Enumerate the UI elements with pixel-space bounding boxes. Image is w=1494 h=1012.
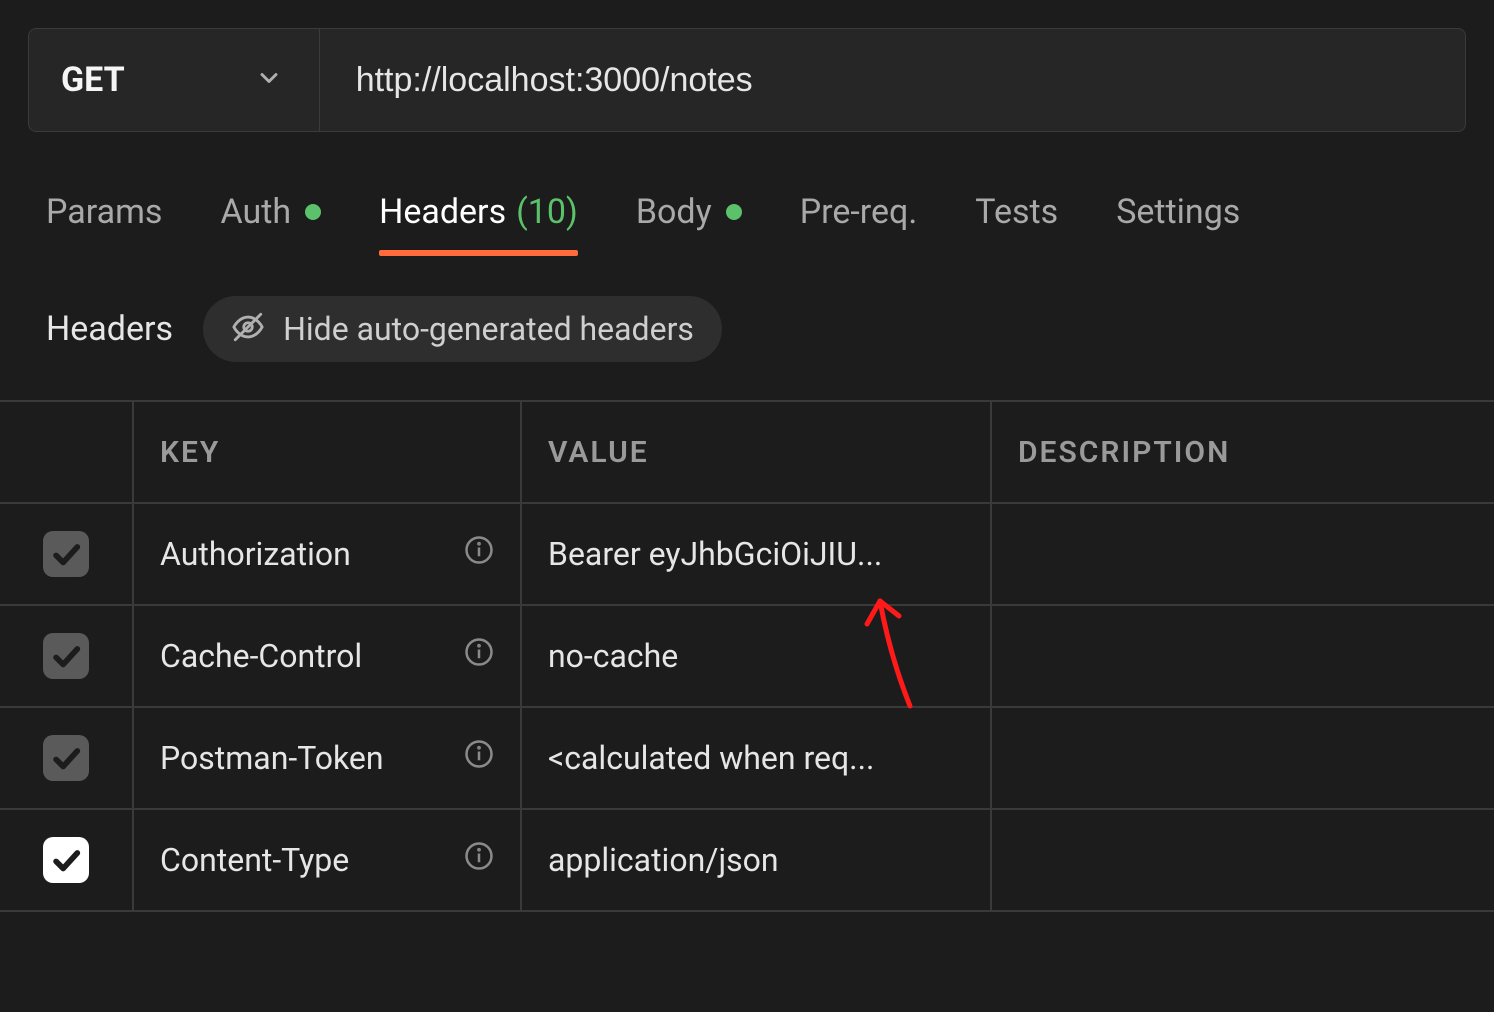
tab-body[interactable]: Body <box>636 192 742 256</box>
row-key-cell[interactable]: Authorization <box>134 504 522 604</box>
header-value: application/json <box>548 841 779 879</box>
headers-controls: Headers Hide auto-generated headers <box>0 256 1494 382</box>
hide-auto-headers-label: Hide auto-generated headers <box>283 310 694 348</box>
row-description-cell[interactable] <box>992 504 1494 604</box>
header-value: Bearer eyJhbGciOiJIU... <box>548 535 882 573</box>
checkbox[interactable] <box>43 633 89 679</box>
table-row: Postman-Token <calculated when req... <box>0 708 1494 810</box>
info-icon[interactable] <box>464 739 494 777</box>
headers-table: KEY VALUE DESCRIPTION Authorization Bear… <box>0 400 1494 912</box>
checkbox[interactable] <box>43 837 89 883</box>
row-checkbox-cell <box>0 810 134 910</box>
tab-prereq[interactable]: Pre-req. <box>800 192 918 256</box>
method-select[interactable]: GET <box>29 29 320 131</box>
url-input[interactable] <box>320 29 1465 131</box>
headers-label: Headers <box>46 309 173 349</box>
info-icon[interactable] <box>464 535 494 573</box>
eye-slash-icon <box>231 310 265 348</box>
checkbox[interactable] <box>43 531 89 577</box>
row-checkbox-cell <box>0 708 134 808</box>
col-value-header: VALUE <box>522 402 992 502</box>
tab-settings[interactable]: Settings <box>1116 192 1240 256</box>
row-value-cell[interactable]: no-cache <box>522 606 992 706</box>
col-description-header: DESCRIPTION <box>992 402 1494 502</box>
row-value-cell[interactable]: Bearer eyJhbGciOiJIU... <box>522 504 992 604</box>
tab-body-label: Body <box>636 192 712 232</box>
chevron-down-icon <box>255 64 283 96</box>
row-description-cell[interactable] <box>992 606 1494 706</box>
table-row: Content-Type application/json <box>0 810 1494 912</box>
row-checkbox-cell <box>0 504 134 604</box>
request-bar: GET <box>28 28 1466 132</box>
row-value-cell[interactable]: application/json <box>522 810 992 910</box>
col-key-header: KEY <box>134 402 522 502</box>
tab-tests[interactable]: Tests <box>975 192 1058 256</box>
tab-tests-label: Tests <box>975 192 1058 232</box>
tab-auth[interactable]: Auth <box>220 192 321 256</box>
status-dot-icon <box>305 204 321 220</box>
header-key: Cache-Control <box>160 637 362 675</box>
row-value-cell[interactable]: <calculated when req... <box>522 708 992 808</box>
info-icon[interactable] <box>464 637 494 675</box>
tab-params[interactable]: Params <box>46 192 162 256</box>
header-value: <calculated when req... <box>548 739 874 777</box>
request-tabs: Params Auth Headers (10) Body Pre-req. T… <box>0 132 1494 256</box>
tab-auth-label: Auth <box>220 192 291 232</box>
tab-params-label: Params <box>46 192 162 232</box>
status-dot-icon <box>726 204 742 220</box>
table-header-row: KEY VALUE DESCRIPTION <box>0 402 1494 504</box>
tab-settings-label: Settings <box>1116 192 1240 232</box>
row-key-cell[interactable]: Content-Type <box>134 810 522 910</box>
row-checkbox-cell <box>0 606 134 706</box>
table-row: Authorization Bearer eyJhbGciOiJIU... <box>0 504 1494 606</box>
header-key: Postman-Token <box>160 739 384 777</box>
tab-headers[interactable]: Headers (10) <box>379 192 578 256</box>
info-icon[interactable] <box>464 841 494 879</box>
header-key: Authorization <box>160 535 351 573</box>
col-checkbox-header <box>0 402 134 502</box>
row-key-cell[interactable]: Postman-Token <box>134 708 522 808</box>
header-key: Content-Type <box>160 841 349 879</box>
header-value: no-cache <box>548 637 678 675</box>
row-key-cell[interactable]: Cache-Control <box>134 606 522 706</box>
row-description-cell[interactable] <box>992 708 1494 808</box>
tab-headers-label: Headers <box>379 192 506 232</box>
tab-headers-count: (10) <box>516 192 578 232</box>
table-row: Cache-Control no-cache <box>0 606 1494 708</box>
tab-prereq-label: Pre-req. <box>800 192 918 232</box>
method-text: GET <box>61 60 125 100</box>
hide-auto-headers-button[interactable]: Hide auto-generated headers <box>203 296 722 362</box>
checkbox[interactable] <box>43 735 89 781</box>
row-description-cell[interactable] <box>992 810 1494 910</box>
